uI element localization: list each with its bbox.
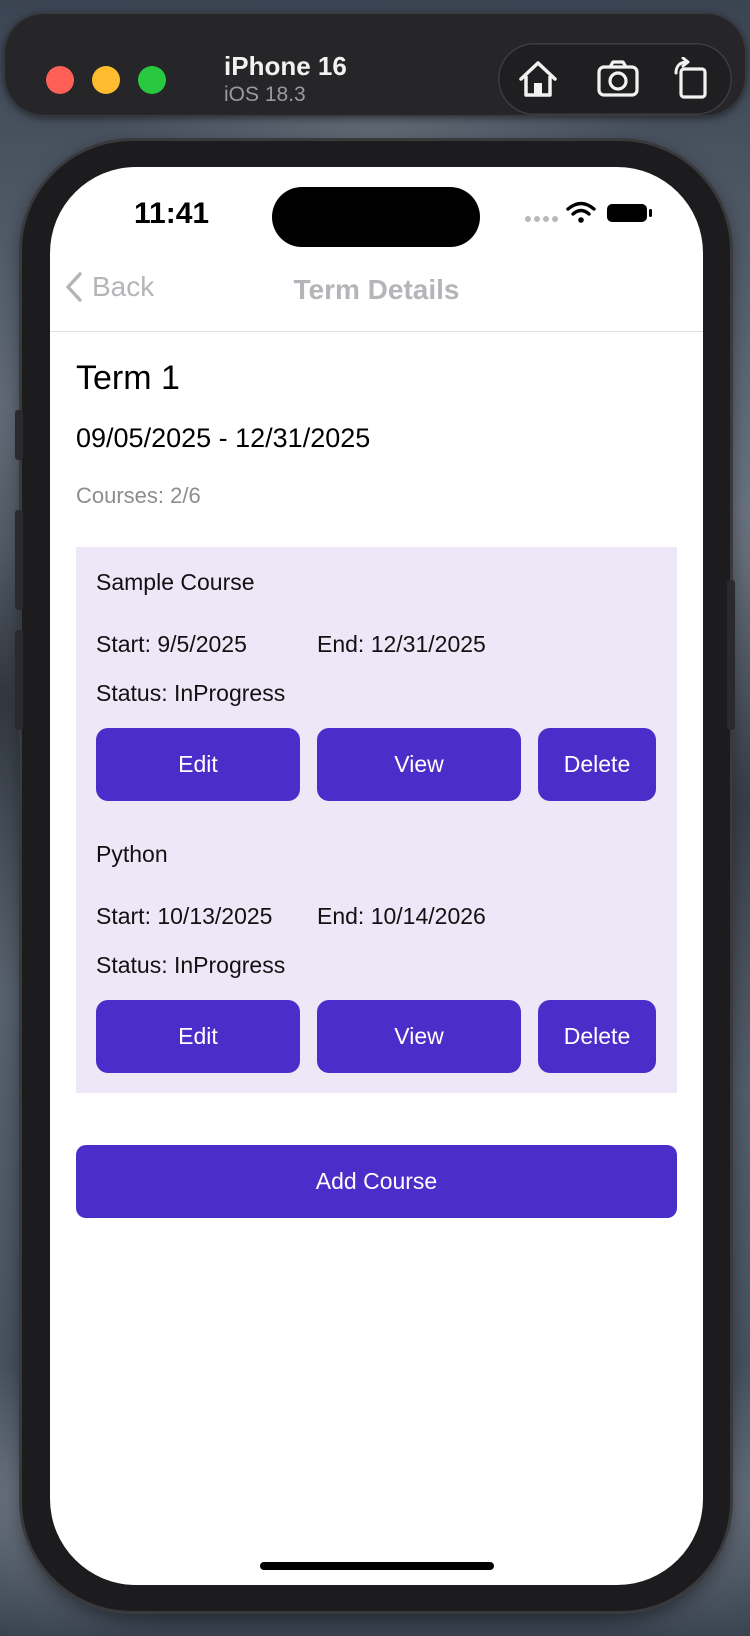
home-icon[interactable] <box>516 57 560 101</box>
signal-dots-icon <box>525 216 558 222</box>
course-start-date: Start: 9/5/2025 <box>96 631 247 657</box>
course-end-date: End: 12/31/2025 <box>317 631 486 657</box>
navigation-bar: Back Term Details <box>50 257 703 332</box>
device-os-version: iOS 18.3 <box>224 83 306 106</box>
course-status: Status: InProgress <box>96 680 286 706</box>
delete-course-button[interactable]: Delete <box>538 728 656 801</box>
course-status: Status: InProgress <box>96 952 286 978</box>
volume-up-button <box>15 510 23 610</box>
term-dates: 09/05/2025 - 12/31/2025 <box>76 423 371 453</box>
zoom-window-button[interactable] <box>138 66 166 94</box>
action-button <box>15 410 23 460</box>
screenshot-icon[interactable] <box>596 57 640 101</box>
view-course-button[interactable]: View <box>317 1000 521 1073</box>
battery-icon <box>607 204 652 222</box>
status-time: 11:41 <box>134 197 210 230</box>
edit-course-button[interactable]: Edit <box>96 728 300 801</box>
term-course-count: Courses: 2/6 <box>76 483 201 508</box>
home-indicator <box>260 1562 494 1570</box>
course-start-date: Start: 10/13/2025 <box>96 903 273 929</box>
dynamic-island <box>272 187 480 247</box>
view-course-button[interactable]: View <box>317 728 521 801</box>
status-icons <box>525 201 652 223</box>
delete-course-button[interactable]: Delete <box>538 1000 656 1073</box>
wifi-icon <box>566 201 596 223</box>
minimize-window-button[interactable] <box>92 66 120 94</box>
term-title: Term 1 <box>76 359 180 397</box>
close-window-button[interactable] <box>46 66 74 94</box>
power-button <box>727 580 735 730</box>
volume-down-button <box>15 630 23 730</box>
simulator-tool-group <box>498 43 732 115</box>
device-name: iPhone 16 <box>224 51 347 81</box>
phone-screen: 11:41 Back Term Details Term 1 09/05/202… <box>50 167 703 1585</box>
edit-course-button[interactable]: Edit <box>96 1000 300 1073</box>
course-list: Sample Course Start: 9/5/2025 End: 12/31… <box>76 547 677 1093</box>
page-title: Term Details <box>293 274 460 305</box>
course-name: Python <box>96 841 168 867</box>
rotate-icon[interactable] <box>670 57 714 101</box>
add-course-button[interactable]: Add Course <box>76 1145 677 1218</box>
course-card: Sample Course Start: 9/5/2025 End: 12/31… <box>96 547 657 801</box>
simulator-toolbar: iPhone 16 iOS 18.3 <box>4 13 746 116</box>
course-name: Sample Course <box>96 569 255 595</box>
course-end-date: End: 10/14/2026 <box>317 903 486 929</box>
course-card: Python Start: 10/13/2025 End: 10/14/2026… <box>96 819 657 1073</box>
